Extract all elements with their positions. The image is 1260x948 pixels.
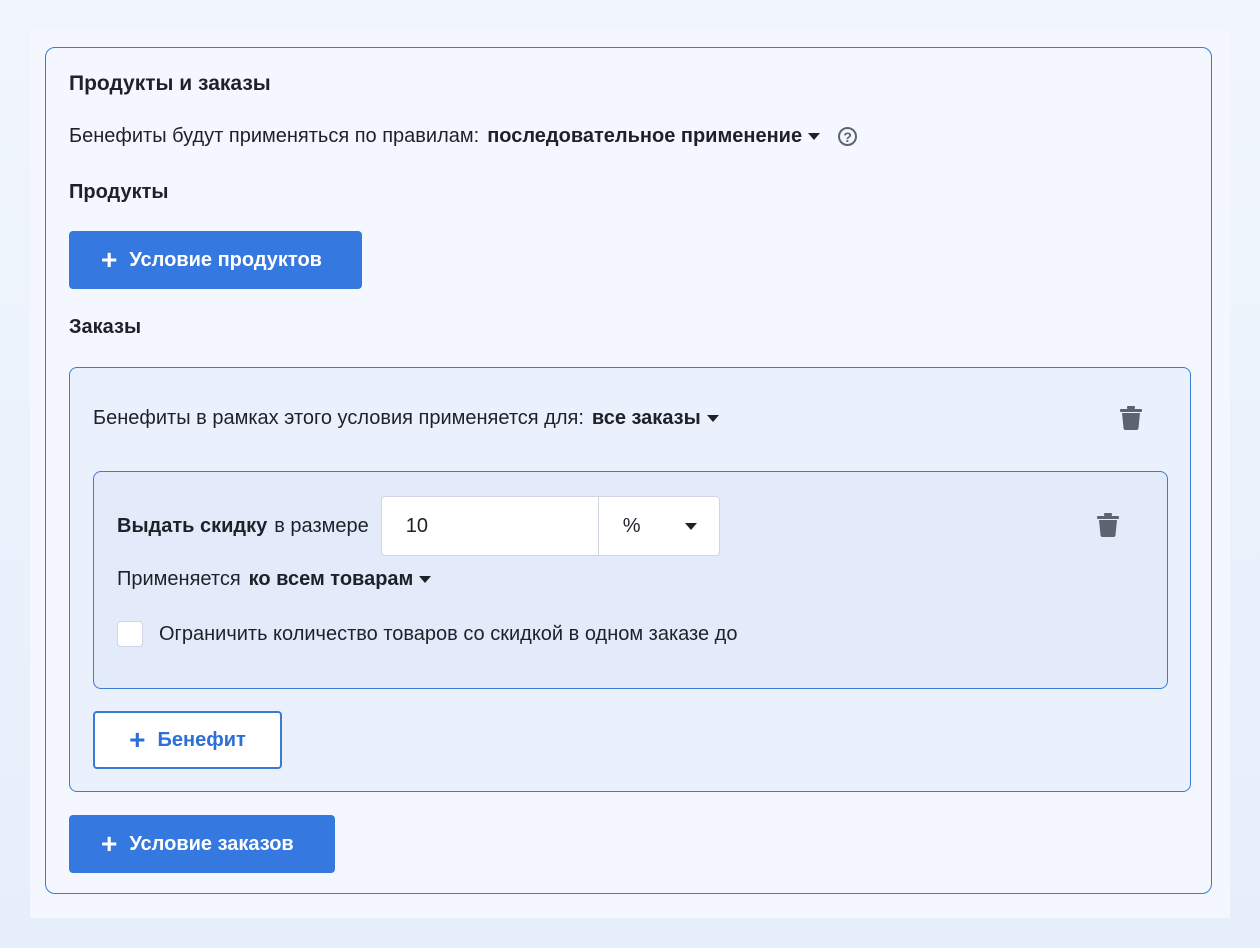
products-title: Продукты — [69, 181, 169, 203]
add-product-condition-label: Условие продуктов — [129, 248, 322, 271]
applies-row: Применяется ко всем товарам — [117, 568, 432, 591]
amount-field-group: % — [380, 496, 720, 556]
add-benefit-label: Бенефит — [157, 728, 246, 751]
plus-icon: + — [101, 828, 118, 859]
caret-down-icon — [684, 522, 697, 530]
discount-unit-value: % — [622, 514, 641, 537]
limit-checkbox-label[interactable]: Ограничить количество товаров со скидкой… — [159, 623, 737, 646]
limit-checkbox[interactable] — [117, 621, 143, 647]
benefit-amount-row: Выдать скидку в размере % — [117, 496, 720, 556]
plus-icon: + — [101, 244, 118, 275]
benefit-action-label: Выдать скидку — [117, 514, 268, 537]
benefit-size-label: в размере — [274, 514, 369, 537]
trash-icon[interactable] — [1120, 406, 1142, 430]
add-product-condition-button[interactable]: + Условие продуктов — [69, 231, 362, 289]
section-title: Продукты и заказы — [69, 72, 271, 95]
condition-scope-label: Бенефиты в рамках этого условия применяе… — [93, 407, 584, 429]
rules-row: Бенефиты будут применяться по правилам: … — [69, 125, 858, 148]
rules-dropdown[interactable]: последовательное применение — [487, 125, 802, 148]
add-benefit-button[interactable]: + Бенефит — [93, 711, 282, 769]
caret-down-icon[interactable] — [808, 133, 821, 140]
order-condition-block: Бенефиты в рамках этого условия применяе… — [69, 367, 1191, 792]
help-icon[interactable]: ? — [838, 127, 858, 146]
applies-dropdown[interactable]: ко всем товарам — [249, 568, 414, 591]
plus-icon: + — [129, 724, 146, 755]
rules-label: Бенефиты будут применяться по правилам: — [69, 125, 480, 147]
caret-down-icon[interactable] — [706, 415, 719, 422]
applies-label: Применяется — [117, 568, 241, 590]
condition-scope-dropdown[interactable]: все заказы — [592, 407, 701, 430]
benefit-block: Выдать скидку в размере % Применяется ко… — [93, 471, 1168, 689]
discount-amount-input[interactable] — [381, 497, 599, 555]
limit-row: Ограничить количество товаров со скидкой… — [117, 621, 737, 647]
add-order-condition-label: Условие заказов — [129, 832, 294, 855]
products-orders-card: Продукты и заказы Бенефиты будут применя… — [45, 47, 1212, 894]
trash-icon[interactable] — [1097, 513, 1119, 537]
add-order-condition-button[interactable]: + Условие заказов — [69, 815, 335, 873]
orders-title: Заказы — [69, 316, 142, 338]
condition-scope-row: Бенефиты в рамках этого условия применяе… — [93, 407, 719, 430]
discount-unit-select[interactable]: % — [599, 497, 719, 555]
caret-down-icon[interactable] — [419, 576, 432, 583]
